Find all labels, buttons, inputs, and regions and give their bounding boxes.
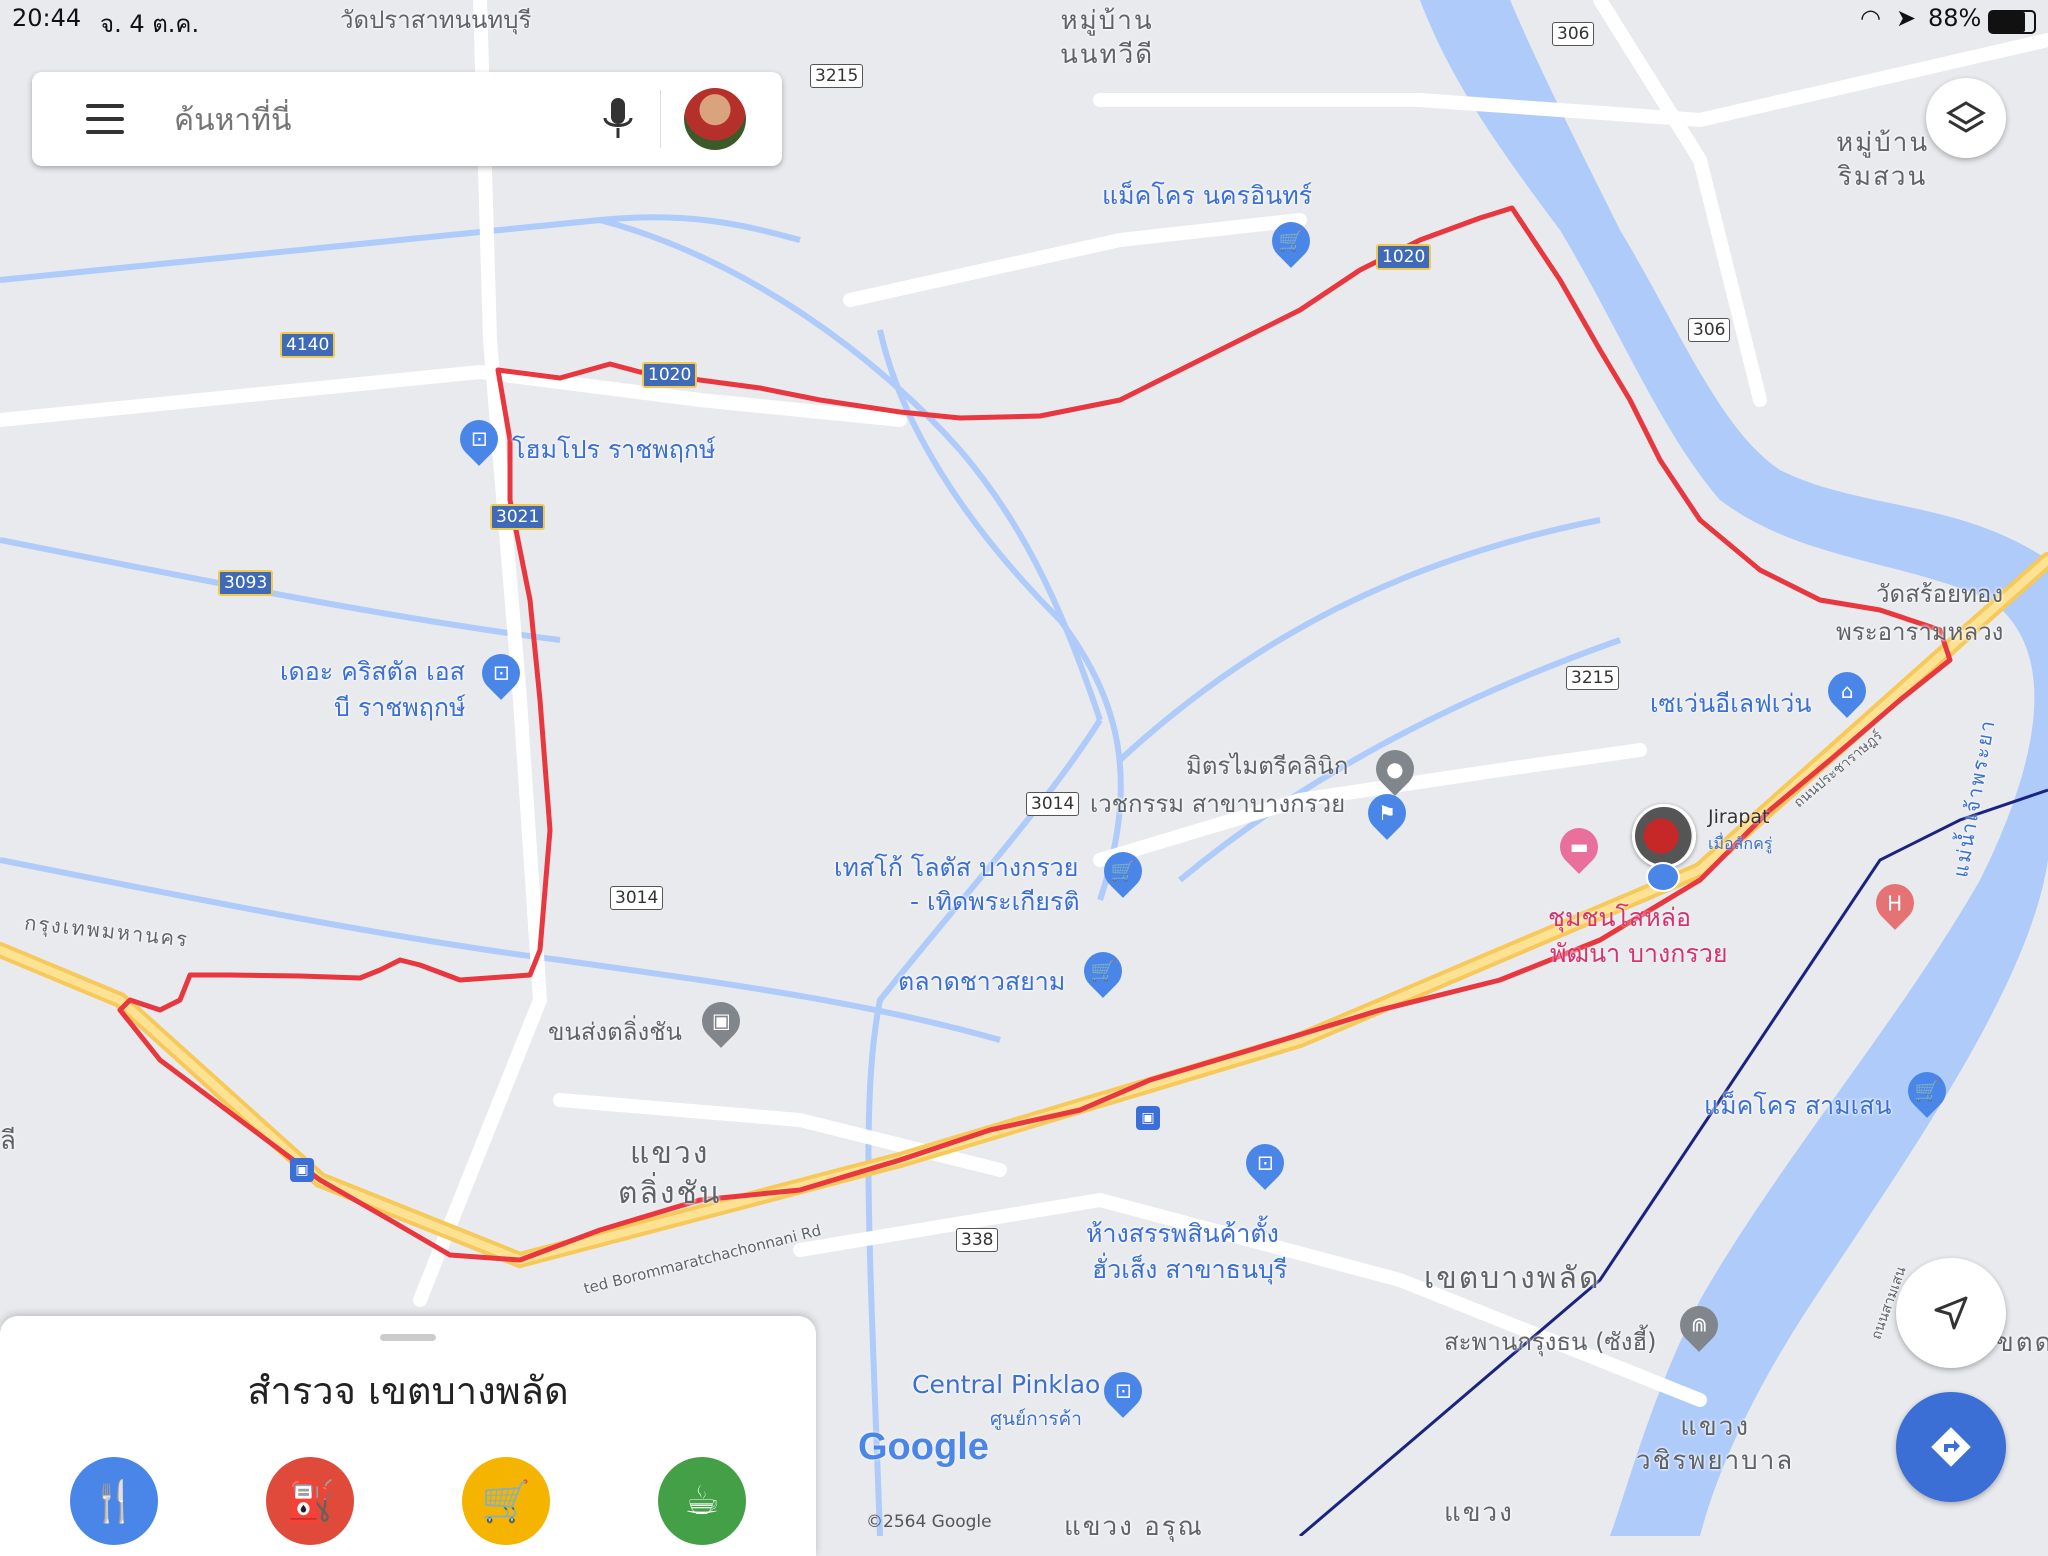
route-shield: 3014 bbox=[610, 886, 664, 910]
area-label: แขวง ตลิ่งชัน bbox=[618, 1136, 722, 1211]
area-label: ขตด bbox=[1996, 1328, 2048, 1358]
search-input[interactable] bbox=[172, 96, 596, 144]
bus-stop-icon[interactable]: ▣ bbox=[1136, 1106, 1160, 1130]
coffee-button[interactable]: ☕ bbox=[658, 1457, 746, 1545]
map-canvas[interactable] bbox=[0, 0, 2048, 1536]
area-label: แขวง วชิรพยาบาล bbox=[1636, 1412, 1795, 1476]
poi-label[interactable]: บี ราชพฤกษ์ bbox=[334, 688, 465, 728]
poi-label[interactable]: ห้างสรรพสินค้าตั้ง bbox=[1086, 1214, 1279, 1254]
google-logo: Google bbox=[858, 1426, 989, 1468]
area-label: เขตบางพลัด bbox=[1424, 1261, 1601, 1296]
poi-label[interactable]: พัฒนา บางกรวย bbox=[1550, 934, 1728, 974]
area-label: หมู่บ้าน นนทวีดี bbox=[1060, 6, 1155, 70]
gas-stations-button[interactable]: ⛽ bbox=[266, 1457, 354, 1545]
directions-button[interactable] bbox=[1896, 1392, 2006, 1502]
poi-label[interactable]: เซเว่นอีเลฟเว่น bbox=[1650, 684, 1811, 724]
poi-label[interactable]: Central Pinklao bbox=[912, 1370, 1100, 1399]
poi-label[interactable]: ขนส่งตลิ่งชัน bbox=[548, 1012, 682, 1051]
route-shield: 1020 bbox=[642, 362, 698, 388]
my-location-button[interactable] bbox=[1896, 1258, 2006, 1368]
groceries-button[interactable]: 🛒 bbox=[462, 1457, 550, 1545]
battery-percent: 88% bbox=[1928, 4, 1982, 32]
poi-label[interactable]: สะพานกรุงธน (ซังฮี้) bbox=[1444, 1322, 1656, 1361]
directions-icon bbox=[1931, 1427, 1971, 1467]
friend-updated: เมื่อสักครู่ bbox=[1708, 834, 1773, 853]
wifi-icon: ◠ bbox=[1860, 4, 1881, 32]
search-bar[interactable] bbox=[32, 72, 782, 166]
divider bbox=[660, 90, 661, 148]
poi-label[interactable]: เดอะ คริสตัล เอส bbox=[280, 652, 465, 692]
avatar[interactable] bbox=[684, 88, 746, 150]
battery-icon bbox=[1988, 10, 2036, 34]
route-shield: 4140 bbox=[280, 332, 336, 358]
microphone-icon[interactable] bbox=[598, 94, 638, 144]
status-time: 20:44 bbox=[12, 4, 82, 32]
drag-handle[interactable] bbox=[380, 1334, 436, 1341]
route-shield: 306 bbox=[1552, 22, 1595, 46]
copyright: ©2564 Google bbox=[866, 1512, 992, 1532]
friend-avatar[interactable] bbox=[1632, 804, 1696, 868]
poi-label[interactable]: วัดสร้อยทอง bbox=[1876, 574, 2003, 613]
area-label: แขวง อรุณ bbox=[1064, 1512, 1204, 1542]
poi-label[interactable]: เวชกรรม สาขาบางกรวย bbox=[1090, 784, 1345, 823]
layers-button[interactable] bbox=[1926, 78, 2006, 158]
poi-label[interactable]: แม็คโคร นครอินทร์ bbox=[1102, 176, 1312, 216]
friend-name: Jirapat bbox=[1708, 806, 1770, 828]
route-shield: 3093 bbox=[218, 570, 274, 596]
route-shield: 3014 bbox=[1026, 792, 1080, 816]
poi-label[interactable]: - เทิดพระเกียรติ bbox=[910, 882, 1080, 922]
route-shield: 3021 bbox=[490, 504, 546, 530]
area-label: ลี bbox=[0, 1126, 18, 1156]
route-shield: 338 bbox=[956, 1228, 999, 1252]
poi-label[interactable]: วัดปราสาทนนทบุรี bbox=[340, 0, 531, 39]
poi-label[interactable]: ศูนย์การค้า bbox=[990, 1404, 1082, 1434]
status-date: จ. 4 ต.ค. bbox=[100, 10, 200, 38]
location-arrow-icon: ➤ bbox=[1896, 4, 1917, 32]
area-label: หมู่บ้าน ริมสวน bbox=[1836, 128, 1930, 192]
poi-label[interactable]: มิตรไมตรีคลินิก bbox=[1186, 746, 1348, 785]
menu-icon[interactable] bbox=[86, 104, 124, 134]
friend-location-dot bbox=[1646, 862, 1680, 892]
layers-icon bbox=[1946, 101, 1986, 133]
sheet-title: สำรวจ เขตบางพลัด bbox=[247, 1369, 569, 1413]
navigation-arrow-icon bbox=[1934, 1296, 1968, 1330]
poi-label[interactable]: ฮั่วเส็ง สาขาธนบุรี bbox=[1092, 1250, 1287, 1290]
poi-label[interactable]: ชุมชนโสหล่อ bbox=[1548, 898, 1691, 938]
poi-label[interactable]: พระอารามหลวง bbox=[1836, 612, 2003, 651]
poi-label[interactable]: แม็คโคร สามเสน bbox=[1704, 1086, 1892, 1126]
poi-label[interactable]: โฮมโปร ราชพฤกษ์ bbox=[512, 430, 716, 470]
route-shield: 306 bbox=[1688, 318, 1731, 342]
area-label: แขวง bbox=[1444, 1498, 1514, 1528]
restaurants-button[interactable]: 🍴 bbox=[70, 1457, 158, 1545]
route-shield: 3215 bbox=[810, 64, 864, 88]
route-shield: 1020 bbox=[1376, 244, 1432, 270]
route-shield: 3215 bbox=[1566, 666, 1620, 690]
poi-label[interactable]: ตลาดชาวสยาม bbox=[898, 962, 1065, 1002]
bus-stop-icon[interactable]: ▣ bbox=[290, 1158, 314, 1182]
